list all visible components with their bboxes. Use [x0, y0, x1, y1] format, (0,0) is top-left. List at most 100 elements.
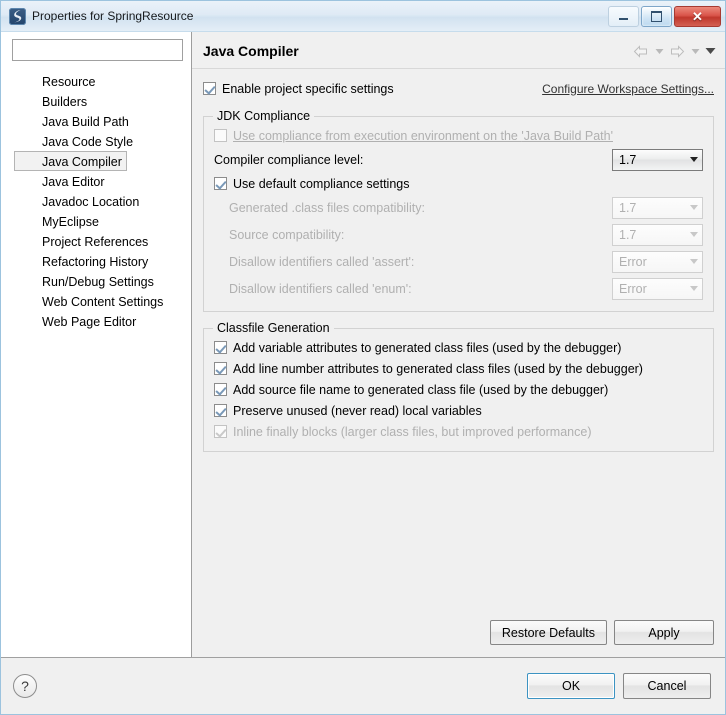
- tree-row: Java Code Style: [1, 131, 191, 151]
- sidebar-item-myeclipse[interactable]: MyEclipse: [7, 211, 185, 231]
- tree-row: Java Build Path: [1, 111, 191, 131]
- help-icon[interactable]: ?: [13, 674, 37, 698]
- compiler-compliance-level-value: 1.7: [619, 152, 637, 167]
- tree-row: Project References: [1, 231, 191, 251]
- ok-button[interactable]: OK: [527, 673, 615, 699]
- back-dropdown-icon[interactable]: [652, 42, 666, 60]
- tree-row: Web Content Settings: [1, 291, 191, 311]
- tree-row: Java Compiler: [1, 151, 191, 171]
- checkbox-box: [214, 383, 227, 396]
- close-icon: ✕: [692, 8, 703, 24]
- filter-input[interactable]: [13, 40, 182, 60]
- sidebar-item-javadoc-location[interactable]: Javadoc Location: [7, 191, 185, 211]
- restore-defaults-button[interactable]: Restore Defaults: [489, 620, 607, 645]
- page-content: Enable project specific settings Configu…: [192, 69, 725, 657]
- settings-tree: Resource Builders Java Build Path Java C…: [1, 71, 191, 331]
- page-title: Java Compiler: [203, 43, 299, 59]
- add-source-file-name-label: Add source file name to generated class …: [233, 382, 609, 397]
- use-execution-environment-checkbox[interactable]: Use compliance from execution environmen…: [214, 125, 703, 146]
- properties-dialog: Properties for SpringResource ✕ Resource…: [0, 0, 726, 715]
- disallow-assert-label: Disallow identifiers called 'assert':: [229, 254, 415, 269]
- inline-finally-blocks-checkbox: Inline finally blocks (larger class file…: [214, 421, 703, 442]
- generated-class-compatibility-combo: 1.7: [612, 196, 703, 219]
- checkbox-box: [203, 82, 216, 95]
- enable-specific-settings-row: Enable project specific settings Configu…: [203, 78, 714, 99]
- forward-arrow-icon[interactable]: [667, 42, 687, 60]
- tree-row: MyEclipse: [1, 211, 191, 231]
- use-execution-environment-text-prefix: Use compliance from execution environmen…: [233, 128, 522, 143]
- enable-specific-settings-checkbox[interactable]: Enable project specific settings: [203, 78, 394, 99]
- tree-row: Builders: [1, 91, 191, 111]
- sidebar-item-java-build-path[interactable]: Java Build Path: [7, 111, 185, 131]
- title-bar: Properties for SpringResource ✕: [1, 1, 725, 32]
- use-default-compliance-checkbox[interactable]: Use default compliance settings: [214, 173, 703, 194]
- chevron-down-icon: [690, 157, 698, 162]
- disallow-enum-row: Disallow identifiers called 'enum': Erro…: [214, 275, 703, 302]
- disallow-assert-combo: Error: [612, 250, 703, 273]
- dialog-action-buttons: OK Cancel: [527, 673, 711, 699]
- sidebar-item-web-content-settings[interactable]: Web Content Settings: [7, 291, 185, 311]
- add-variable-attributes-checkbox[interactable]: Add variable attributes to generated cla…: [214, 337, 703, 358]
- close-button[interactable]: ✕: [674, 5, 721, 27]
- configure-workspace-settings-link[interactable]: Configure Workspace Settings...: [542, 82, 714, 96]
- maximize-button[interactable]: [641, 5, 672, 27]
- window-title: Properties for SpringResource: [32, 9, 194, 23]
- minimize-icon: [619, 17, 628, 20]
- dialog-footer: ? OK Cancel: [1, 657, 725, 714]
- add-source-file-name-checkbox[interactable]: Add source file name to generated class …: [214, 379, 703, 400]
- chevron-down-icon: [690, 286, 698, 291]
- checkbox-box: [214, 404, 227, 417]
- classfile-generation-group-title: Classfile Generation: [213, 321, 334, 335]
- apply-button[interactable]: Apply: [614, 620, 714, 645]
- tree-row: Web Page Editor: [1, 311, 191, 331]
- maximize-icon: [651, 10, 662, 22]
- dialog-body: Resource Builders Java Build Path Java C…: [1, 32, 725, 657]
- checkbox-box: [214, 341, 227, 354]
- disallow-assert-row: Disallow identifiers called 'assert': Er…: [214, 248, 703, 275]
- add-variable-attributes-label: Add variable attributes to generated cla…: [233, 340, 622, 355]
- sidebar-item-builders[interactable]: Builders: [7, 91, 185, 111]
- page-header: Java Compiler: [192, 32, 725, 69]
- cancel-button[interactable]: Cancel: [623, 673, 711, 699]
- disallow-enum-combo: Error: [612, 277, 703, 300]
- settings-tree-panel: Resource Builders Java Build Path Java C…: [1, 32, 192, 657]
- window-controls: ✕: [608, 5, 721, 27]
- sidebar-item-java-editor[interactable]: Java Editor: [7, 171, 185, 191]
- sidebar-item-web-page-editor[interactable]: Web Page Editor: [7, 311, 185, 331]
- add-line-number-attributes-checkbox[interactable]: Add line number attributes to generated …: [214, 358, 703, 379]
- source-compatibility-value: 1.7: [619, 227, 637, 242]
- sidebar-item-java-compiler[interactable]: Java Compiler: [14, 151, 127, 171]
- tree-row: Resource: [1, 71, 191, 91]
- sidebar-item-resource[interactable]: Resource: [7, 71, 185, 91]
- compiler-compliance-level-combo[interactable]: 1.7: [612, 148, 703, 171]
- view-menu-chevron-icon[interactable]: [703, 42, 717, 60]
- enable-specific-settings-label: Enable project specific settings: [222, 81, 394, 96]
- page-nav-buttons: [631, 42, 717, 60]
- sidebar-item-run-debug-settings[interactable]: Run/Debug Settings: [7, 271, 185, 291]
- disallow-enum-label: Disallow identifiers called 'enum':: [229, 281, 412, 296]
- forward-dropdown-icon[interactable]: [688, 42, 702, 60]
- filter-text-box[interactable]: [12, 39, 183, 61]
- sidebar-item-java-code-style[interactable]: Java Code Style: [7, 131, 185, 151]
- generated-class-compatibility-value: 1.7: [619, 200, 637, 215]
- back-arrow-icon[interactable]: [631, 42, 651, 60]
- classfile-generation-group: Classfile Generation Add variable attrib…: [203, 321, 714, 452]
- add-line-number-attributes-label: Add line number attributes to generated …: [233, 361, 643, 376]
- use-default-compliance-label: Use default compliance settings: [233, 176, 410, 191]
- chevron-down-icon: [690, 205, 698, 210]
- minimize-button[interactable]: [608, 5, 639, 27]
- tree-row: Javadoc Location: [1, 191, 191, 211]
- generated-class-compatibility-label: Generated .class files compatibility:: [229, 200, 425, 215]
- jdk-compliance-group: JDK Compliance Use compliance from execu…: [203, 109, 714, 312]
- source-compatibility-row: Source compatibility: 1.7: [214, 221, 703, 248]
- generated-class-compatibility-row: Generated .class files compatibility: 1.…: [214, 194, 703, 221]
- tree-row: Run/Debug Settings: [1, 271, 191, 291]
- java-build-path-link[interactable]: 'Java Build Path': [521, 129, 613, 143]
- sidebar-item-project-references[interactable]: Project References: [7, 231, 185, 251]
- sidebar-item-refactoring-history[interactable]: Refactoring History: [7, 251, 185, 271]
- checkbox-box: [214, 129, 227, 142]
- disallow-assert-value: Error: [619, 254, 647, 269]
- preserve-unused-locals-checkbox[interactable]: Preserve unused (never read) local varia…: [214, 400, 703, 421]
- preserve-unused-locals-label: Preserve unused (never read) local varia…: [233, 403, 482, 418]
- checkbox-box: [214, 362, 227, 375]
